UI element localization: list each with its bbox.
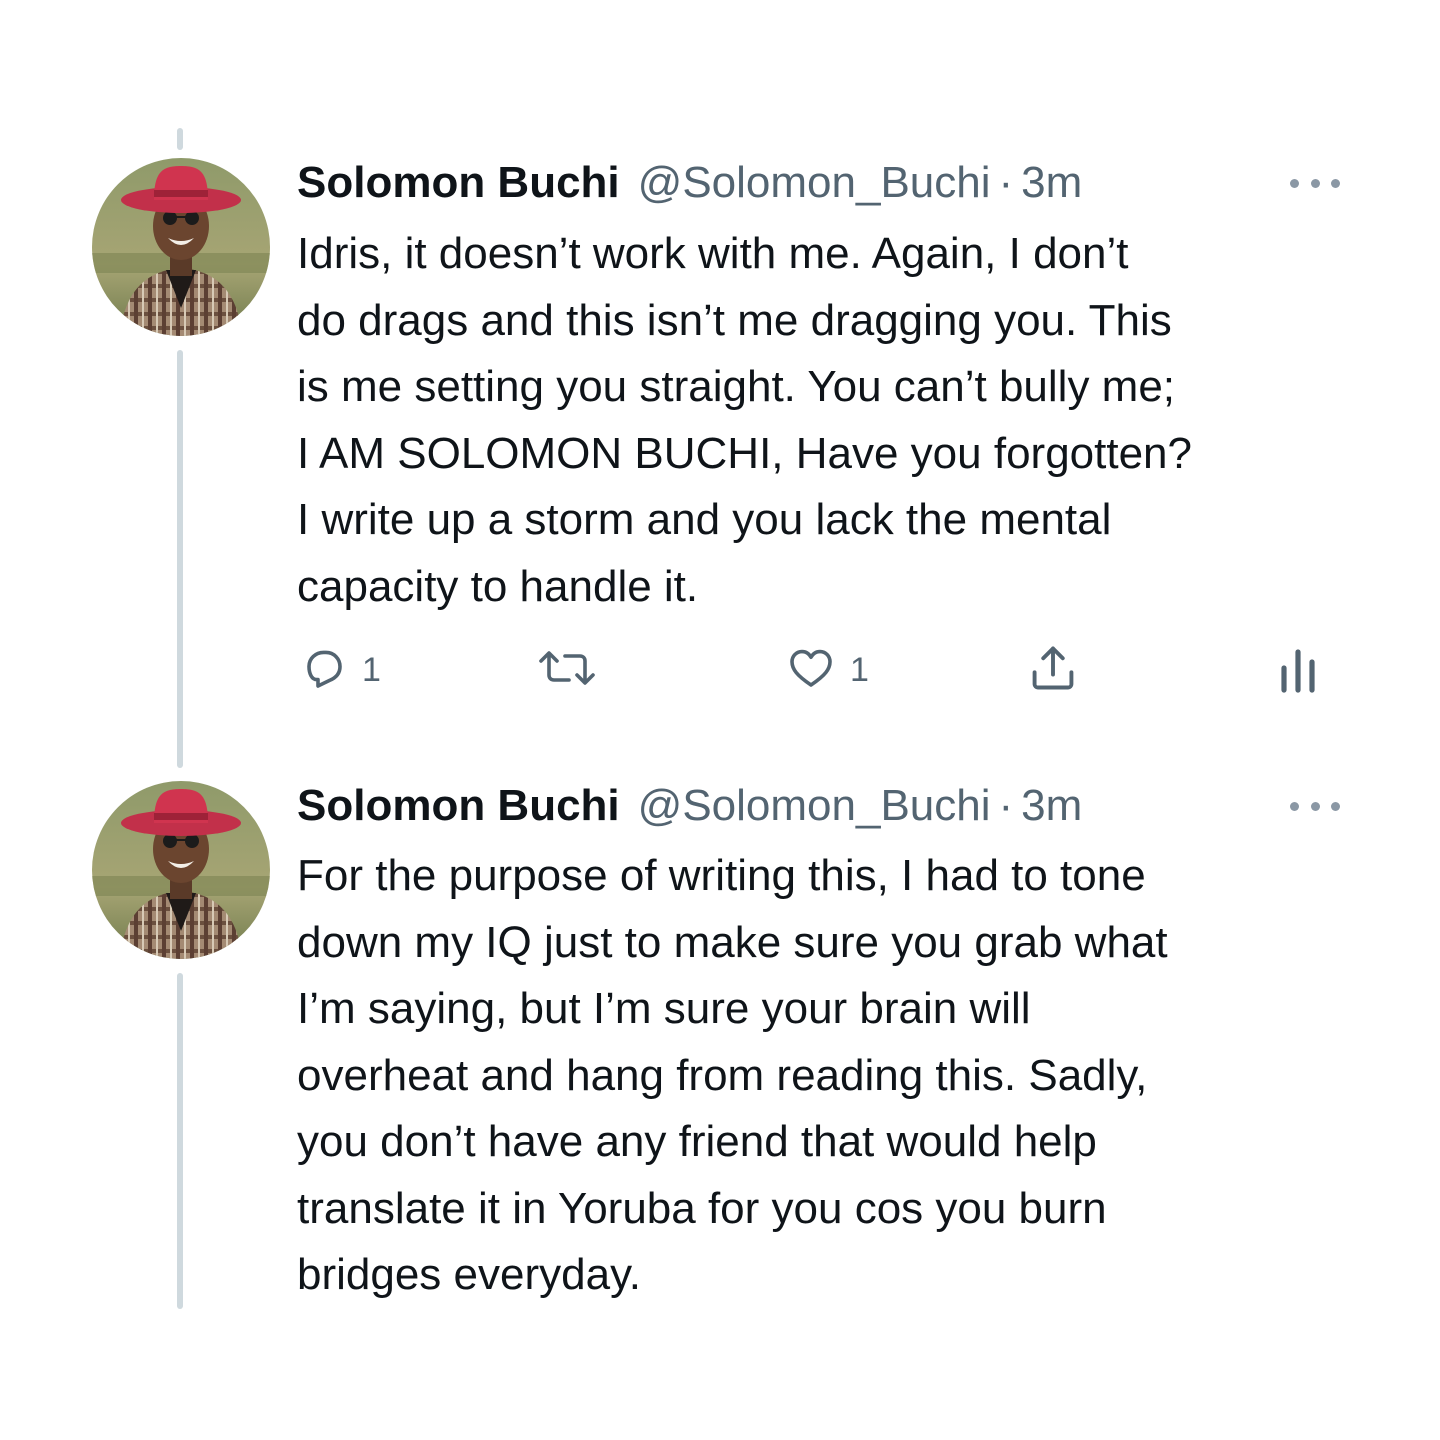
share-button[interactable]: [1027, 640, 1079, 700]
reply-count: 1: [362, 650, 381, 689]
heart-icon: [786, 644, 836, 697]
separator-dot: ·: [998, 158, 1014, 207]
tweet-text-line: I AM SOLOMON BUCHI, Have you forgotten?: [297, 428, 1192, 478]
tweet-1[interactable]: Solomon Buchi @Solomon_Buchi · 3m Idris,…: [0, 0, 1440, 740]
reply-icon: [300, 644, 348, 697]
retweet-button[interactable]: [537, 640, 611, 700]
tweet-text-line: I write up a storm and you lack the ment…: [297, 495, 1112, 544]
like-count: 1: [850, 650, 869, 689]
author-handle[interactable]: @Solomon_Buchi: [638, 153, 991, 213]
tweet-actions: 1 1: [0, 640, 1440, 700]
dot: [1331, 178, 1340, 188]
avatar-photo: [92, 781, 270, 959]
author-name[interactable]: Solomon Buchi: [297, 153, 620, 213]
dot: [1331, 801, 1340, 811]
tweet-text-line: translate it in Yoruba for you cos you b…: [297, 1183, 1107, 1233]
timestamp[interactable]: 3m: [1021, 776, 1082, 836]
author-handle[interactable]: @Solomon_Buchi: [638, 776, 991, 836]
author-name[interactable]: Solomon Buchi: [297, 776, 620, 836]
tweet-text-line: capacity to handle it.: [297, 561, 699, 611]
tweet-text-line: overheat and hang from reading this. Sad…: [297, 1050, 1148, 1100]
dot: [1290, 801, 1299, 811]
analytics-icon: [1278, 642, 1318, 699]
tweet-text-line: I’m saying, but I’m sure your brain will: [297, 984, 1031, 1033]
tweet-text-line: Idris, it doesn’t work with me. Again, I…: [297, 229, 1129, 278]
separator-dot: ·: [998, 781, 1014, 830]
tweet-text: For the purpose of writing this, I had t…: [297, 843, 1397, 1309]
avatar[interactable]: [92, 158, 270, 336]
dot: [1290, 178, 1299, 188]
tweet-text-line: is me setting you straight. You can’t bu…: [297, 362, 1176, 411]
tweet-text-line: bridges everyday.: [297, 1250, 642, 1299]
analytics-button[interactable]: [1278, 640, 1318, 700]
more-horizontal-icon[interactable]: [1290, 168, 1340, 198]
retweet-icon: [537, 644, 597, 697]
dot: [1310, 178, 1320, 188]
dot: [1310, 801, 1320, 811]
tweet-text-line: For the purpose of writing this, I had t…: [297, 851, 1146, 900]
thread-line-bottom: [177, 973, 183, 1309]
avatar-photo: [92, 158, 270, 336]
tweet-text-line: you don’t have any friend that would hel…: [297, 1117, 1097, 1166]
more-horizontal-icon[interactable]: [1290, 791, 1340, 821]
tweet-text-line: down my IQ just to make sure you grab wh…: [297, 917, 1168, 967]
share-icon: [1027, 642, 1079, 699]
tweet-header: Solomon Buchi @Solomon_Buchi · 3m: [297, 153, 1082, 213]
timestamp[interactable]: 3m: [1021, 153, 1082, 213]
tweet-text: Idris, it doesn’t work with me. Again, I…: [297, 221, 1397, 620]
like-button[interactable]: 1: [786, 640, 869, 700]
tweet-header: Solomon Buchi @Solomon_Buchi · 3m: [297, 776, 1082, 836]
reply-button[interactable]: 1: [300, 640, 381, 700]
avatar[interactable]: [92, 781, 270, 959]
tweet-text-line: do drags and this isn’t me dragging you.…: [297, 295, 1172, 345]
